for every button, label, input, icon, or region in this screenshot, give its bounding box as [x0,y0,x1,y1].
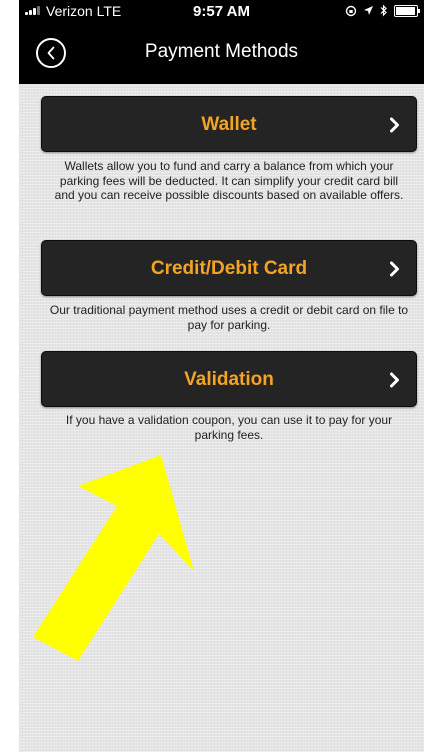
annotation-arrow-icon [33,455,194,661]
phone-screen: Verizon LTE 9:57 AM Payment Methods Wall… [19,0,424,752]
